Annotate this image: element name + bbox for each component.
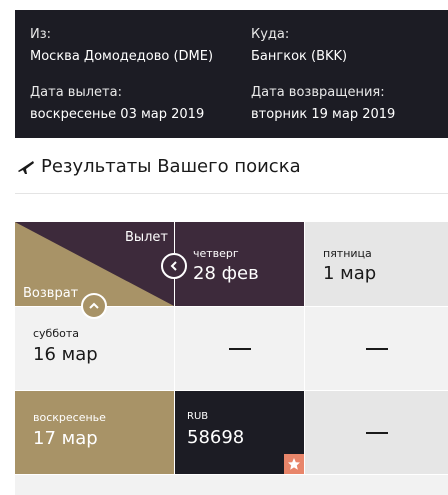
price-cell-empty[interactable] — [175, 307, 304, 390]
price-currency: RUB — [187, 411, 209, 422]
return-date-cell[interactable]: суббота 16 мар — [15, 307, 174, 390]
to-field: Куда: Бангкок (BKK) — [251, 27, 347, 65]
search-summary-panel: Из: Москва Домодедово (DME) Куда: Бангко… — [15, 10, 448, 138]
no-price-dash — [365, 347, 388, 350]
departure-day: пятница — [323, 247, 372, 260]
price-matrix: Вылет Возврат четверг 28 фев пятница 1 м… — [15, 222, 448, 495]
price-cell-best[interactable]: RUB 58698 — [175, 391, 304, 474]
return-day: воскресенье — [33, 411, 106, 424]
price-cell-empty[interactable] — [305, 307, 448, 390]
price-amount: 58698 — [187, 427, 245, 448]
results-heading-row: Результаты Вашего поиска — [15, 152, 448, 194]
matrix-next-row — [15, 475, 448, 495]
return-date: 17 мар — [33, 428, 98, 449]
departure-date-field: Дата вылета: воскресенье 03 мар 2019 — [30, 85, 204, 123]
departure-date-value: воскресенье 03 мар 2019 — [30, 107, 205, 122]
departure-date-label: Дата вылета: — [30, 85, 122, 100]
departure-date-cell-selected[interactable]: четверг 28 фев — [175, 222, 304, 306]
best-price-star-icon — [284, 454, 304, 474]
to-value: Бангкок (BKK) — [251, 49, 348, 64]
scroll-up-button[interactable] — [81, 293, 107, 319]
return-date-cell-selected[interactable]: воскресенье 17 мар — [15, 391, 174, 474]
chevron-up-icon — [89, 302, 99, 309]
departure-axis-label: Вылет — [124, 230, 168, 245]
no-price-dash — [365, 431, 388, 434]
results-heading: Результаты Вашего поиска — [41, 156, 301, 177]
to-label: Куда: — [251, 27, 290, 42]
price-cell-empty[interactable] — [305, 391, 448, 474]
no-price-dash — [228, 347, 251, 350]
departure-date: 1 мар — [323, 263, 377, 284]
departure-date: 28 фев — [193, 263, 259, 284]
scroll-left-button[interactable] — [161, 253, 187, 279]
return-date-label: Дата возвращения: — [251, 85, 385, 100]
from-label: Из: — [30, 27, 52, 42]
chevron-left-icon — [170, 261, 177, 271]
departure-day: четверг — [193, 247, 239, 260]
return-date-value: вторник 19 мар 2019 — [251, 107, 396, 122]
from-field: Из: Москва Домодедово (DME) — [30, 27, 213, 65]
return-date: 16 мар — [33, 344, 98, 365]
from-value: Москва Домодедово (DME) — [30, 49, 214, 64]
departure-date-cell[interactable]: пятница 1 мар — [305, 222, 448, 306]
plane-icon — [17, 158, 35, 176]
return-day: суббота — [33, 327, 80, 340]
return-date-field: Дата возвращения: вторник 19 мар 2019 — [251, 85, 395, 123]
return-axis-label: Возврат — [23, 286, 79, 301]
